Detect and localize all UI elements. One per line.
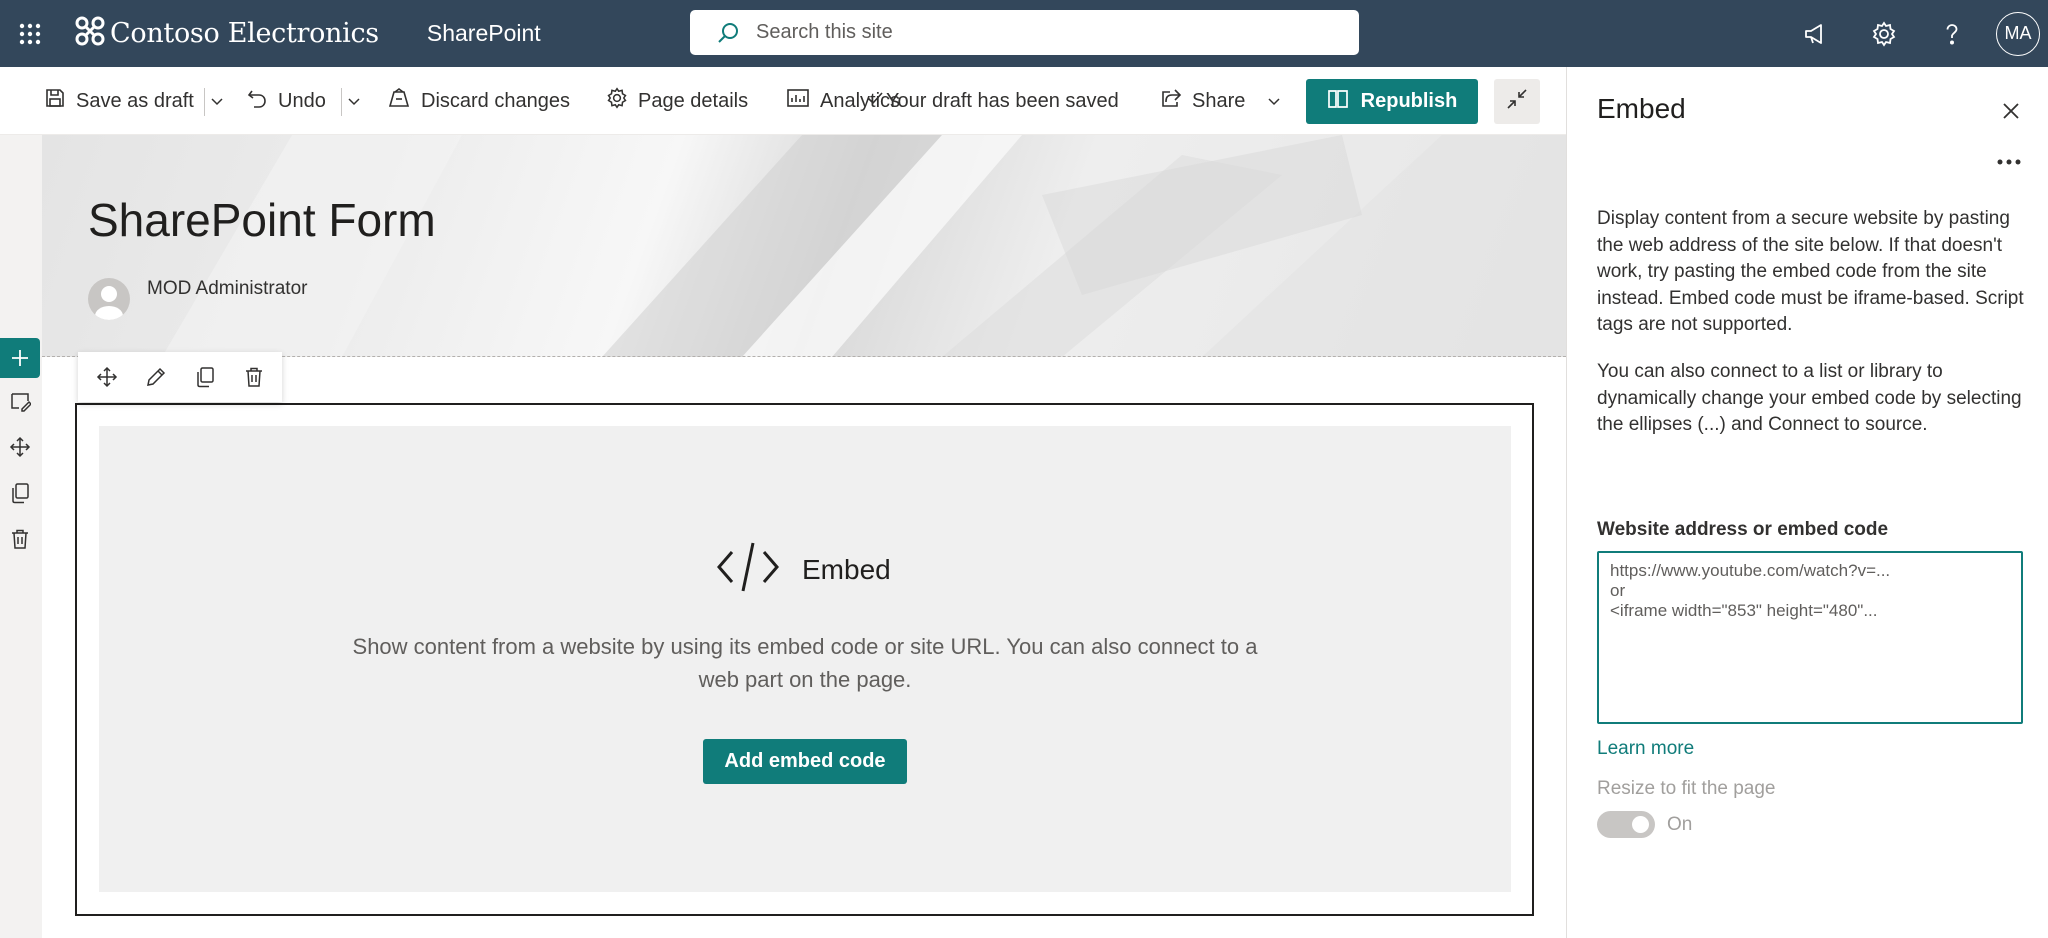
checkmark-icon — [866, 89, 884, 113]
resize-label: Resize to fit the page — [1597, 778, 1776, 799]
gear-icon — [606, 87, 628, 115]
search-box[interactable]: Search this site — [690, 10, 1359, 55]
ellipsis-icon — [1997, 159, 2021, 165]
edit-section-button[interactable] — [0, 378, 40, 424]
code-icon — [716, 540, 780, 599]
move-webpart-button[interactable] — [85, 355, 129, 399]
pencil-icon — [146, 367, 165, 386]
save-as-draft-button[interactable]: Save as draft — [44, 67, 194, 135]
gear-icon[interactable] — [1850, 0, 1918, 67]
save-icon — [44, 87, 66, 115]
edit-section-icon — [11, 393, 31, 412]
resize-toggle[interactable] — [1597, 811, 1655, 838]
chevron-down-icon — [348, 98, 360, 106]
share-icon — [1160, 87, 1182, 115]
contoso-logo-icon — [74, 15, 106, 52]
collapse-icon — [1506, 88, 1528, 115]
chevron-down-icon — [1268, 98, 1280, 106]
help-icon[interactable] — [1918, 0, 1986, 67]
search-icon — [716, 21, 740, 45]
pane-description: Display content from a secure website by… — [1597, 208, 2024, 335]
collapse-button[interactable] — [1494, 79, 1540, 124]
share-button[interactable]: Share — [1160, 67, 1281, 135]
chevron-down-icon — [211, 98, 223, 106]
draft-saved-status: Your draft has been saved — [866, 67, 1119, 135]
embed-title: Embed — [802, 553, 891, 585]
toggle-knob — [1632, 816, 1649, 833]
embed-description: Show content from a website by using its… — [352, 634, 1258, 692]
undo-button[interactable]: Undo — [246, 67, 326, 135]
copy-icon — [12, 483, 29, 504]
close-icon — [2003, 103, 2019, 119]
duplicate-webpart-button[interactable] — [183, 355, 227, 399]
more-options-button[interactable] — [1989, 147, 2029, 177]
move-icon — [96, 366, 117, 388]
divider — [204, 88, 205, 116]
discard-icon — [387, 87, 411, 115]
discard-changes-button[interactable]: Discard changes — [387, 67, 570, 135]
suite-bar: Contoso Electronics SharePoint Search th… — [0, 0, 2048, 67]
undo-icon — [246, 87, 268, 115]
move-icon — [9, 436, 31, 458]
toggle-state: On — [1667, 814, 1693, 835]
waffle-icon[interactable] — [0, 0, 60, 67]
divider — [341, 88, 342, 116]
add-section-button[interactable] — [0, 338, 40, 378]
close-button[interactable] — [1991, 91, 2031, 131]
page-title[interactable]: SharePoint Form — [88, 193, 436, 247]
section-toolbar — [0, 338, 40, 562]
book-icon — [1327, 88, 1349, 116]
plus-icon — [12, 350, 28, 366]
trash-icon — [245, 367, 262, 387]
move-section-button[interactable] — [0, 424, 40, 470]
pane-connect-description: You can also connect to a list or librar… — [1597, 361, 2022, 435]
author-name[interactable]: MOD Administrator — [147, 278, 307, 300]
duplicate-section-button[interactable] — [0, 470, 40, 516]
trash-icon — [12, 529, 28, 549]
learn-more-link[interactable]: Learn more — [1597, 738, 1694, 760]
megaphone-icon[interactable] — [1782, 0, 1850, 67]
add-embed-code-button[interactable]: Add embed code — [703, 739, 907, 784]
brand-logo[interactable]: Contoso Electronics — [74, 15, 379, 52]
page-details-button[interactable]: Page details — [606, 67, 748, 135]
webpart-toolbar — [78, 352, 282, 402]
author-avatar-icon — [88, 278, 130, 320]
embed-heading: Embed — [716, 540, 891, 599]
analytics-icon — [786, 87, 810, 115]
pane-title: Embed — [1597, 93, 1686, 124]
delete-section-button[interactable] — [0, 516, 40, 562]
property-pane: Embed Display content from a secure webs… — [1566, 67, 2048, 938]
app-name[interactable]: SharePoint — [427, 20, 541, 47]
republish-button[interactable]: Republish — [1306, 79, 1478, 124]
edit-webpart-button[interactable] — [134, 355, 178, 399]
field-label: Website address or embed code — [1597, 519, 1889, 540]
copy-icon — [196, 367, 214, 388]
embed-code-field[interactable] — [1597, 551, 2023, 724]
search-input[interactable]: Search this site — [756, 21, 893, 44]
save-options-chevron[interactable] — [210, 67, 224, 135]
undo-options-chevron[interactable] — [347, 67, 361, 135]
user-avatar[interactable]: MA — [1996, 11, 2040, 56]
delete-webpart-button[interactable] — [232, 355, 276, 399]
command-bar: Save as draft Undo Discard changes Page … — [0, 67, 1566, 135]
brand-name: Contoso Electronics — [110, 18, 379, 49]
